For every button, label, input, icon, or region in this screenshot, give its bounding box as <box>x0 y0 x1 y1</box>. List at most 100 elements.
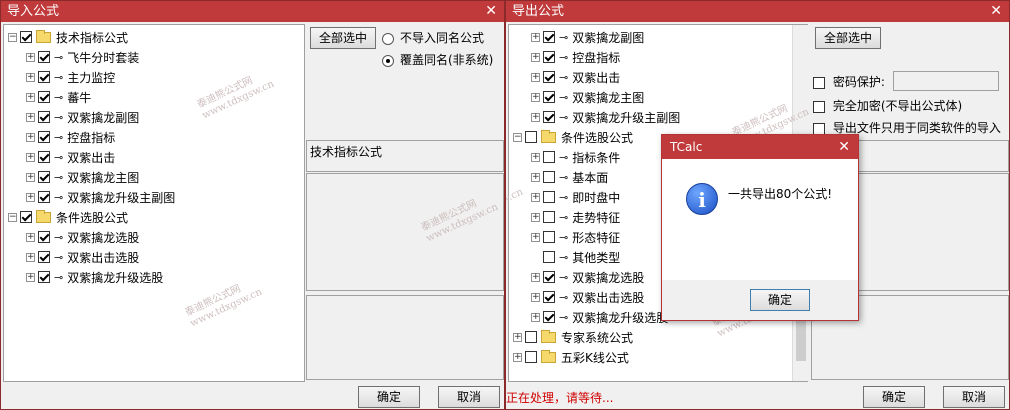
tree-checkbox[interactable] <box>38 111 50 123</box>
expand-icon[interactable]: + <box>531 72 540 82</box>
expand-icon[interactable]: + <box>531 212 540 222</box>
expand-icon[interactable]: + <box>531 92 540 102</box>
export-ok-button[interactable]: 确定 <box>863 386 925 408</box>
expand-icon[interactable]: + <box>531 112 540 122</box>
tree-checkbox[interactable] <box>525 351 537 363</box>
expand-icon[interactable]: + <box>531 232 540 242</box>
formula-key-icon: ⊸ <box>54 90 63 104</box>
expand-icon[interactable]: + <box>531 312 540 322</box>
tree-checkbox[interactable] <box>543 311 555 323</box>
tree-item-row[interactable]: + ⊸ 双紫擒龙副图 <box>509 27 807 47</box>
tree-checkbox[interactable] <box>543 151 555 163</box>
expand-icon[interactable]: + <box>531 272 540 282</box>
import-close-icon[interactable]: ✕ <box>485 1 497 22</box>
tree-item-row[interactable]: + ⊸ 双紫出击选股 <box>4 247 304 267</box>
expand-icon[interactable]: + <box>531 292 540 302</box>
tree-item-label: 双紫擒龙副图 <box>67 110 140 125</box>
expand-icon[interactable]: + <box>26 72 35 82</box>
expand-icon[interactable]: + <box>26 52 35 62</box>
tree-item-row[interactable]: + ⊸ 双紫擒龙副图 <box>4 107 304 127</box>
radio-overwrite-same-name-indicator[interactable] <box>382 54 394 67</box>
tree-item-row[interactable]: + ⊸ 双紫擒龙选股 <box>4 227 304 247</box>
expand-icon[interactable]: + <box>26 272 35 282</box>
tree-folder-row[interactable]: + 五彩K线公式 <box>509 347 807 367</box>
tree-checkbox[interactable] <box>38 151 50 163</box>
full-encrypt-checkbox[interactable] <box>813 100 825 113</box>
tree-checkbox[interactable] <box>38 271 50 283</box>
password-protect-checkbox[interactable] <box>813 76 825 89</box>
export-cancel-button[interactable]: 取消 <box>943 386 1005 408</box>
tree-item-row[interactable]: + ⊸ 双紫擒龙主图 <box>509 87 807 107</box>
expand-icon[interactable]: + <box>531 172 540 182</box>
import-formula-window: 导入公式 ✕ − 技术指标公式 + ⊸ 飞牛分时套装 + ⊸ 主力监控 + ⊸ 蕃牛 + ⊸ 双紫擒龙副图… <box>0 0 505 410</box>
full-encrypt-option[interactable]: 完全加密(不导出公式体) <box>813 97 962 114</box>
tree-checkbox[interactable] <box>38 131 50 143</box>
tree-checkbox[interactable] <box>38 231 50 243</box>
radio-skip-same-name[interactable]: 不导入同名公式 <box>382 29 484 46</box>
tree-item-row[interactable]: + ⊸ 双紫擒龙升级主副图 <box>4 187 304 207</box>
tree-folder-row[interactable]: − 条件选股公式 <box>4 207 304 227</box>
tree-checkbox[interactable] <box>543 31 555 43</box>
dialog-ok-button[interactable]: 确定 <box>750 289 810 311</box>
tree-item-row[interactable]: + ⊸ 双紫擒龙主图 <box>4 167 304 187</box>
expand-icon[interactable]: + <box>531 52 540 62</box>
tree-checkbox[interactable] <box>543 251 555 263</box>
tree-item-row[interactable]: + ⊸ 飞牛分时套装 <box>4 47 304 67</box>
expand-icon[interactable]: + <box>26 192 35 202</box>
tree-checkbox[interactable] <box>543 91 555 103</box>
tree-item-row[interactable]: + ⊸ 控盘指标 <box>509 47 807 67</box>
expand-icon[interactable]: + <box>26 252 35 262</box>
tree-checkbox[interactable] <box>38 251 50 263</box>
tree-checkbox[interactable] <box>38 51 50 63</box>
expand-icon[interactable]: + <box>26 232 35 242</box>
collapse-icon[interactable]: − <box>8 32 17 42</box>
tree-checkbox[interactable] <box>543 191 555 203</box>
export-close-icon[interactable]: ✕ <box>990 1 1002 22</box>
import-select-all-button[interactable]: 全部选中 <box>310 27 376 49</box>
expand-icon[interactable]: + <box>26 132 35 142</box>
tree-checkbox[interactable] <box>20 211 32 223</box>
tree-item-row[interactable]: + ⊸ 双紫擒龙升级选股 <box>4 267 304 287</box>
tree-folder-row[interactable]: + 专家系统公式 <box>509 327 807 347</box>
expand-icon[interactable]: + <box>531 192 540 202</box>
export-select-all-button[interactable]: 全部选中 <box>815 27 881 49</box>
tree-checkbox[interactable] <box>543 171 555 183</box>
expand-icon[interactable]: + <box>26 92 35 102</box>
tree-checkbox[interactable] <box>543 271 555 283</box>
tree-checkbox[interactable] <box>38 171 50 183</box>
import-cancel-button[interactable]: 取消 <box>438 386 500 408</box>
expand-icon[interactable]: + <box>531 32 540 42</box>
tree-item-row[interactable]: + ⊸ 双紫出击 <box>4 147 304 167</box>
tree-checkbox[interactable] <box>20 31 32 43</box>
tree-checkbox[interactable] <box>543 111 555 123</box>
formula-key-icon: ⊸ <box>559 290 568 304</box>
tree-checkbox[interactable] <box>543 231 555 243</box>
tree-checkbox[interactable] <box>525 131 537 143</box>
radio-skip-same-name-indicator[interactable] <box>382 32 394 45</box>
collapse-icon[interactable]: − <box>8 212 17 222</box>
password-input[interactable] <box>893 71 999 91</box>
expand-icon[interactable]: + <box>26 172 35 182</box>
tree-checkbox[interactable] <box>38 191 50 203</box>
import-ok-button[interactable]: 确定 <box>358 386 420 408</box>
radio-overwrite-same-name[interactable]: 覆盖同名(非系统) <box>382 51 493 68</box>
tree-checkbox[interactable] <box>543 211 555 223</box>
tree-checkbox[interactable] <box>543 71 555 83</box>
tree-item-row[interactable]: + ⊸ 双紫出击 <box>509 67 807 87</box>
expand-icon[interactable]: + <box>513 332 522 342</box>
tree-checkbox[interactable] <box>38 91 50 103</box>
dialog-close-icon[interactable]: ✕ <box>838 135 850 159</box>
expand-icon[interactable]: + <box>531 152 540 162</box>
tree-checkbox[interactable] <box>543 51 555 63</box>
expand-icon[interactable]: + <box>26 112 35 122</box>
collapse-icon[interactable]: − <box>513 132 522 142</box>
tree-checkbox[interactable] <box>543 291 555 303</box>
same-software-checkbox[interactable] <box>813 122 825 135</box>
tree-item-row[interactable]: + ⊸ 控盘指标 <box>4 127 304 147</box>
tree-checkbox[interactable] <box>38 71 50 83</box>
expand-icon[interactable]: + <box>26 152 35 162</box>
tree-checkbox[interactable] <box>525 331 537 343</box>
tree-folder-row[interactable]: − 技术指标公式 <box>4 27 304 47</box>
expand-icon[interactable]: + <box>513 352 522 362</box>
password-protect-option[interactable]: 密码保护: <box>813 73 885 90</box>
